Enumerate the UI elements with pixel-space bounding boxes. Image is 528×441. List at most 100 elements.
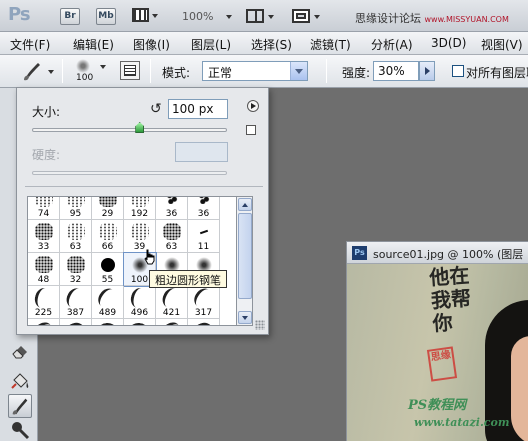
strength-slider-button[interactable] xyxy=(419,61,435,81)
document-tab[interactable]: Ps source01.jpg @ 100% (图层 xyxy=(347,242,528,264)
brush-tip-icon xyxy=(97,322,117,325)
brush-preset-cell[interactable]: 63 xyxy=(60,220,92,253)
brush-preset-cell[interactable]: 95 xyxy=(60,197,92,220)
reset-size-icon[interactable]: ↺ xyxy=(150,101,162,117)
tool-smudge[interactable] xyxy=(8,394,32,418)
brush-preset-cell[interactable]: 225 xyxy=(28,286,60,319)
brush-preset-cell[interactable]: 63 xyxy=(156,220,188,253)
smudge-icon xyxy=(12,398,28,415)
brush-preset-size: 29 xyxy=(101,209,114,219)
brush-panel-toggle[interactable] xyxy=(120,61,140,80)
ps-document-icon: Ps xyxy=(352,246,367,260)
chevron-down-icon xyxy=(268,15,274,19)
minibridge-button[interactable]: Mb xyxy=(96,8,116,25)
menu-image[interactable]: 图像(I) xyxy=(133,36,170,53)
brush-preset-size: 48 xyxy=(37,275,50,285)
brush-preset-cell[interactable] xyxy=(28,319,60,325)
brush-preset-cell[interactable]: 66 xyxy=(92,220,124,253)
brush-tip-icon xyxy=(159,286,183,311)
brush-preset-cell[interactable] xyxy=(188,319,220,325)
menu-layer[interactable]: 图层(L) xyxy=(191,36,231,53)
menu-view[interactable]: 视图(V) xyxy=(481,36,523,53)
soft-brush-icon xyxy=(76,59,90,73)
sample-all-layers-checkbox[interactable] xyxy=(452,65,464,77)
tool-paint-bucket[interactable] xyxy=(8,370,32,394)
menu-filter[interactable]: 滤镜(T) xyxy=(310,36,351,53)
brush-preset-cell[interactable]: 11 xyxy=(188,220,220,253)
scroll-down-button[interactable] xyxy=(238,311,252,324)
red-seal-stamp: 思缘 xyxy=(426,346,458,382)
brush-preset-cell[interactable]: 387 xyxy=(60,286,92,319)
brush-preset-cell[interactable]: 33 xyxy=(28,220,60,253)
tool-dodge[interactable] xyxy=(8,418,32,441)
brush-preset-cell[interactable]: 36 xyxy=(188,197,220,220)
brush-preset-cell[interactable]: 317 xyxy=(188,286,220,319)
arrow-down-icon xyxy=(242,316,248,320)
strength-input[interactable]: 30% xyxy=(373,61,419,81)
size-slider-thumb[interactable] xyxy=(135,122,145,133)
brush-preset-cell[interactable] xyxy=(156,319,188,325)
mode-label: 模式: xyxy=(162,66,191,80)
arrange-documents-button[interactable] xyxy=(246,7,276,25)
brush-tip-icon xyxy=(131,223,149,240)
brush-preset-cell[interactable]: 489 xyxy=(92,286,124,319)
brush-preset-grid[interactable]: 7495291923636336366396311483255100752253… xyxy=(27,196,237,326)
brush-preset-cell[interactable]: 32 xyxy=(60,253,92,286)
screen-mode-button[interactable] xyxy=(292,7,322,25)
preset-scrollbar[interactable] xyxy=(237,196,253,326)
brush-menu-button[interactable] xyxy=(247,100,259,112)
canvas-image[interactable]: 他在我帮你 思缘 PS教程网 www.tatazi.com xyxy=(347,264,528,441)
brush-preset-cell[interactable]: 496 xyxy=(124,286,156,319)
brush-preset-cell[interactable]: 55 xyxy=(92,253,124,286)
brush-preset-size: 32 xyxy=(69,275,82,285)
brush-preset-cell[interactable]: 36 xyxy=(156,197,188,220)
menu-select[interactable]: 选择(S) xyxy=(251,36,292,53)
sample-all-layers-label: 对所有图层取 xyxy=(466,66,528,80)
brush-preset-cell[interactable]: 29 xyxy=(92,197,124,220)
brush-preset-size: 55 xyxy=(101,275,114,285)
size-input[interactable]: 100 px xyxy=(168,99,228,119)
brush-tip-icon xyxy=(99,197,117,207)
film-icon xyxy=(132,8,149,22)
document-window[interactable]: Ps source01.jpg @ 100% (图层 他在我帮你 思缘 PS教程… xyxy=(346,241,528,441)
scroll-up-button[interactable] xyxy=(238,198,252,211)
brush-preset-cell[interactable]: 74 xyxy=(28,197,60,220)
new-preset-icon[interactable] xyxy=(246,125,256,135)
mode-select[interactable]: 正常 xyxy=(202,61,308,81)
brush-tip-icon xyxy=(31,319,55,325)
chevron-down-icon xyxy=(48,70,54,74)
dropdown-arrow-icon xyxy=(290,62,307,80)
brush-preset-cell[interactable]: 48 xyxy=(28,253,60,286)
brush-tip-icon xyxy=(35,197,53,207)
resize-grip[interactable] xyxy=(255,320,265,330)
strength-label: 强度: xyxy=(342,66,371,80)
brush-preset-size: 489 xyxy=(98,308,117,318)
zoom-level[interactable]: 100% xyxy=(182,10,213,23)
brush-preset-size: 63 xyxy=(69,242,82,252)
tool-eraser[interactable] xyxy=(8,338,32,362)
hardness-input xyxy=(175,142,228,162)
bridge-button[interactable]: Br xyxy=(60,8,80,25)
scroll-thumb[interactable] xyxy=(238,213,252,299)
brush-preset-cell[interactable] xyxy=(124,319,156,325)
brush-preset-cell[interactable] xyxy=(92,319,124,325)
brush-tip-icon xyxy=(166,197,178,204)
brush-preset-cell[interactable] xyxy=(60,319,92,325)
brush-preset-cell[interactable]: 421 xyxy=(156,286,188,319)
menu-3d[interactable]: 3D(D) xyxy=(431,36,466,50)
photo-face xyxy=(511,336,528,441)
tool-preset-picker[interactable] xyxy=(8,59,56,83)
photoshop-logo: Ps xyxy=(8,4,31,25)
brush-tip-icon xyxy=(35,223,53,240)
view-extras-button[interactable] xyxy=(132,7,158,25)
brush-tip-icon xyxy=(128,286,150,310)
arrange-icon xyxy=(246,9,264,23)
zoom-chevron-icon[interactable] xyxy=(226,15,232,19)
brush-preset-size: 33 xyxy=(37,242,50,252)
size-slider[interactable] xyxy=(32,128,227,132)
menu-file[interactable]: 文件(F) xyxy=(10,36,50,53)
brush-preset-cell[interactable]: 192 xyxy=(124,197,156,220)
menu-analysis[interactable]: 分析(A) xyxy=(371,36,413,53)
menu-edit[interactable]: 编辑(E) xyxy=(73,36,114,53)
hardness-slider xyxy=(32,171,227,175)
